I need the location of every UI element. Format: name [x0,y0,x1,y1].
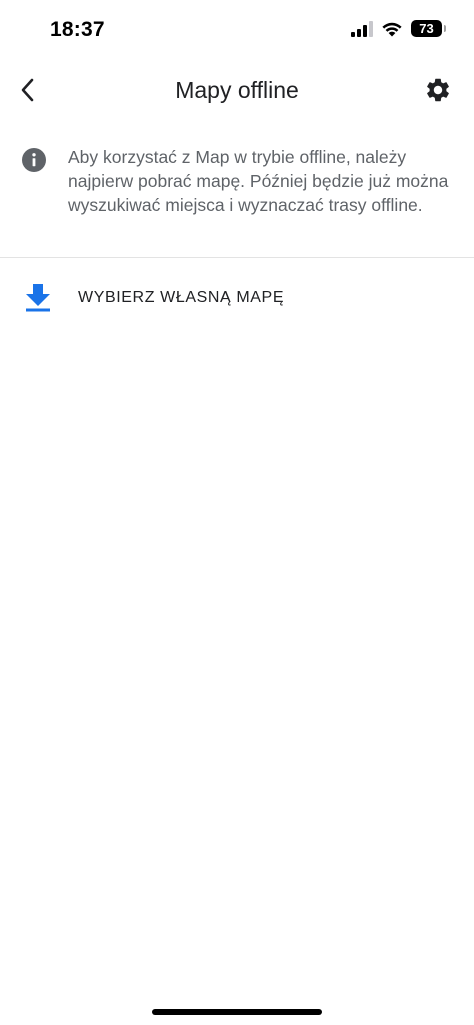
status-icons: 73 [351,20,446,37]
select-own-map-label: WYBIERZ WŁASNĄ MAPĘ [78,289,285,306]
app-bar: Mapy offline [0,62,474,120]
page-title: Mapy offline [175,77,299,103]
info-banner: Aby korzystać z Map w trybie offline, na… [0,140,474,258]
home-indicator[interactable] [152,1009,322,1015]
battery-icon: 73 [411,20,446,37]
status-bar: 18:37 73 [0,0,474,62]
gear-icon [427,78,449,102]
download-icon [26,284,50,312]
info-text: Aby korzystać z Map w trybie offline, na… [68,147,449,215]
settings-button[interactable] [420,72,456,108]
info-icon [22,148,46,172]
wifi-icon [382,22,402,36]
select-own-map-button[interactable]: WYBIERZ WŁASNĄ MAPĘ [0,272,474,326]
signal-icon [351,20,373,37]
offline-maps-screen: 18:37 73 Mapy offline Aby korzystać z Ma… [0,0,474,1025]
status-time: 18:37 [50,18,105,41]
